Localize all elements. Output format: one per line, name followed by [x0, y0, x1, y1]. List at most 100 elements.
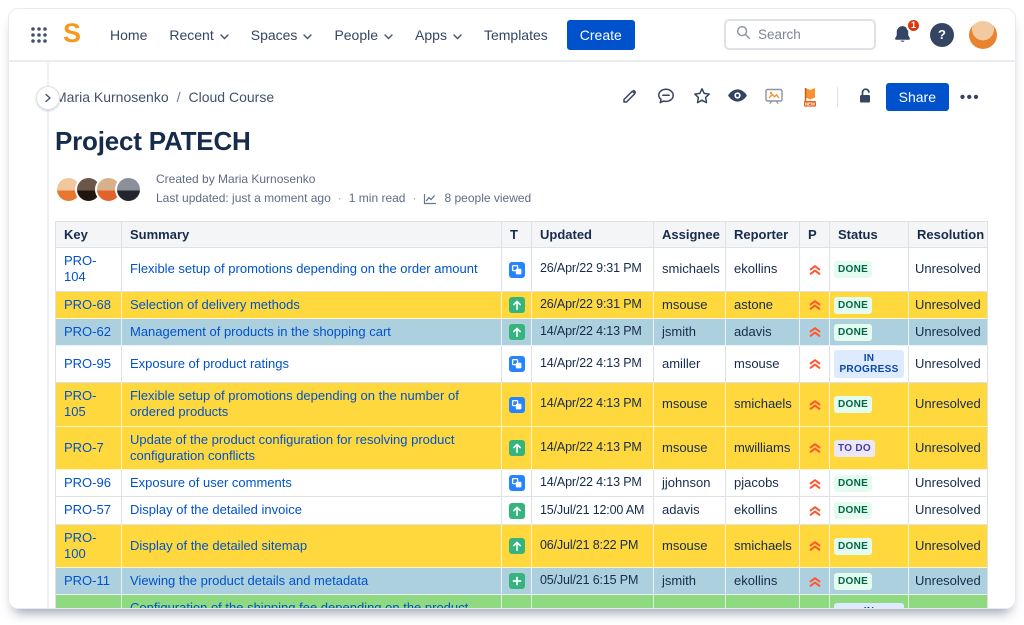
updated-cell: 14/Apr/22 4:13 PM [532, 470, 654, 498]
story-type-icon [508, 261, 525, 278]
share-button[interactable]: Share [885, 83, 949, 111]
story-type-icon [508, 475, 525, 492]
user-avatar[interactable] [969, 20, 997, 49]
reporter-cell: ekollins [726, 497, 800, 525]
issue-summary-link[interactable]: Flexible setup of promotions depending o… [130, 388, 459, 419]
issue-summary-link[interactable]: Exposure of user comments [130, 475, 292, 490]
issue-key-link[interactable]: PRO-7 [64, 440, 104, 455]
column-header-assignee[interactable]: Assignee [654, 222, 726, 248]
column-header-p[interactable]: P [800, 222, 830, 248]
byline-text: Created by Maria Kurnosenko Last updated… [156, 170, 531, 207]
status-badge: DONE [834, 396, 873, 414]
issue-key-link[interactable]: PRO-76 [64, 608, 111, 609]
issue-summary-link[interactable]: Display of the detailed invoice [130, 502, 302, 517]
issue-key-link[interactable]: PRO-57 [64, 502, 111, 517]
table-row: PRO-68 Selection of delivery methods 26/Ap… [56, 291, 987, 319]
issue-summary-link[interactable]: Flexible setup of promotions depending o… [130, 261, 478, 276]
column-header-key[interactable]: Key [56, 222, 122, 248]
issue-summary-link[interactable]: Management of products in the shopping c… [130, 324, 391, 339]
status-badge: IN PROGRESS [834, 602, 904, 608]
updated-cell: 14/Apr/22 4:13 PM [532, 426, 654, 470]
avatar-4[interactable] [115, 175, 142, 203]
issue-key-cell: PRO-62 [56, 318, 122, 346]
edit-button[interactable] [615, 83, 645, 111]
story-type-icon [508, 396, 525, 413]
comment-icon [656, 86, 676, 109]
comment-button[interactable] [651, 83, 681, 111]
priority-cell [800, 291, 830, 319]
whats-new-button[interactable]: NEW [795, 83, 825, 111]
app-logo[interactable]: S [59, 18, 91, 49]
issue-key-cell: PRO-57 [56, 497, 122, 525]
notifications-button[interactable]: 1 [891, 17, 921, 47]
priority-cell [800, 383, 830, 427]
column-header-status[interactable]: Status [830, 222, 909, 248]
create-button[interactable]: Create [566, 19, 635, 50]
ellipsis-icon: ••• [959, 88, 981, 106]
issue-summary-link[interactable]: Update of the product configuration for … [130, 432, 454, 463]
search-input[interactable] [758, 27, 865, 42]
search-box[interactable] [724, 19, 876, 50]
issue-summary-link[interactable]: Configuration of the shipping fee depend… [130, 600, 468, 608]
priority-cell [800, 318, 830, 346]
issue-key-link[interactable]: PRO-100 [64, 530, 97, 561]
nav-item-spaces[interactable]: Spaces [242, 20, 322, 50]
breadcrumb-item[interactable]: Cloud Course [189, 89, 275, 105]
issue-summary-link[interactable]: Exposure of product ratings [130, 356, 289, 371]
table-row: PRO-95 Exposure of product ratings 14/Apr/… [56, 346, 987, 383]
improvement-type-icon [508, 296, 525, 313]
issue-summary-link[interactable]: Display of the detailed sitemap [130, 538, 307, 553]
issue-summary-link[interactable]: Viewing the product details and metadata [130, 573, 368, 588]
nav-item-people[interactable]: People [325, 20, 402, 50]
priority-high-icon [808, 539, 822, 553]
created-by-text: Created by Maria Kurnosenko [156, 172, 316, 187]
slides-button[interactable] [759, 83, 789, 111]
table-row: PRO-7 Update of the product configuration… [56, 426, 987, 470]
breadcrumb-item[interactable]: Maria Kurnosenko [55, 89, 169, 105]
nav-item-home[interactable]: Home [101, 20, 156, 50]
priority-cell [800, 248, 830, 292]
resolution-cell: Unresolved [909, 426, 987, 470]
priority-high-icon [808, 504, 822, 518]
assignee-cell: smichaels [654, 248, 726, 292]
issue-key-link[interactable]: PRO-62 [64, 324, 111, 339]
issue-key-cell: PRO-104 [56, 248, 122, 292]
resolution-cell: Unresolved [909, 383, 987, 427]
issue-key-link[interactable]: PRO-105 [64, 388, 97, 419]
chevron-down-icon [303, 27, 313, 43]
updated-cell: 26/Apr/22 9:31 PM [532, 248, 654, 292]
nav-item-recent[interactable]: Recent [160, 20, 237, 50]
watch-button[interactable] [723, 83, 753, 111]
priority-high-icon [808, 441, 822, 455]
column-header-summary[interactable]: Summary [122, 222, 502, 248]
app-switcher-icon[interactable] [23, 19, 55, 51]
issue-key-link[interactable]: PRO-95 [64, 356, 111, 371]
issue-summary-link[interactable]: Selection of delivery methods [130, 297, 300, 312]
issue-key-link[interactable]: PRO-68 [64, 297, 111, 312]
expand-sidebar-button[interactable] [36, 86, 60, 110]
star-button[interactable] [687, 83, 717, 111]
page-toolbar: NEW [615, 83, 880, 111]
breadcrumb-toolbar-row: Maria Kurnosenko / Cloud Course NEW Share … [55, 83, 985, 111]
issue-key-link[interactable]: PRO-96 [64, 475, 111, 490]
nav-item-apps[interactable]: Apps [406, 20, 471, 50]
issue-key-link[interactable]: PRO-11 [64, 573, 110, 588]
column-header-reporter[interactable]: Reporter [726, 222, 800, 248]
status-cell: DONE [830, 524, 909, 568]
people-viewed-link[interactable]: 8 people viewed [444, 189, 531, 208]
svg-text:NEW: NEW [805, 101, 816, 106]
issue-key-cell: PRO-68 [56, 291, 122, 319]
help-button[interactable]: ? [930, 22, 954, 47]
more-actions-button[interactable]: ••• [955, 83, 985, 111]
nav-item-label: People [334, 26, 379, 43]
issue-key-cell: PRO-7 [56, 426, 122, 470]
issue-key-link[interactable]: PRO-104 [64, 253, 97, 284]
unlock-button[interactable] [850, 83, 880, 111]
column-header-t[interactable]: T [502, 222, 532, 248]
nav-item-templates[interactable]: Templates [475, 20, 557, 50]
issue-type-cell [502, 318, 532, 346]
reporter-cell: adavis [726, 318, 800, 346]
edit-icon [620, 86, 640, 109]
column-header-resolution[interactable]: Resolution [909, 222, 987, 248]
column-header-updated[interactable]: Updated [532, 222, 654, 248]
